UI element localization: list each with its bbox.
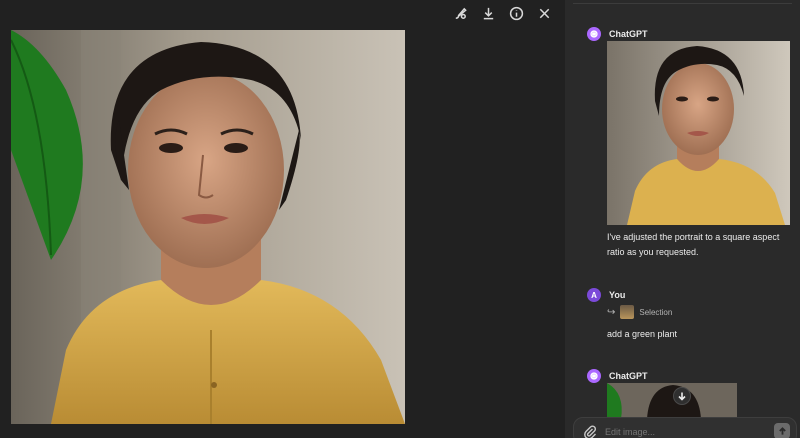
openai-logo-icon: [590, 30, 598, 38]
paperclip-icon: [584, 425, 597, 438]
send-button[interactable]: [774, 423, 790, 438]
chat-panel: ChatGPT I've adjusted the portrait to a …: [565, 0, 800, 438]
sender-name: ChatGPT: [609, 29, 648, 39]
divider: [573, 0, 792, 4]
scroll-down-button[interactable]: [673, 387, 691, 405]
arrow-up-icon: [778, 426, 786, 435]
download-button[interactable]: [479, 4, 497, 22]
close-icon: [539, 8, 549, 18]
openai-logo-icon: [590, 372, 598, 380]
download-icon: [483, 7, 493, 19]
attach-button[interactable]: [584, 425, 597, 438]
message-header-user: A You: [587, 288, 625, 302]
viewer-toolbar: [451, 4, 553, 22]
sender-name: ChatGPT: [609, 371, 648, 381]
info-icon: [509, 6, 523, 20]
image-viewer: [0, 0, 565, 438]
sender-name: You: [609, 290, 626, 300]
generated-portrait-image: [11, 30, 405, 424]
selection-thumbnail: [620, 305, 635, 319]
info-button[interactable]: [507, 4, 525, 22]
edit-brush-button[interactable]: [451, 4, 469, 22]
selection-label: Selection: [639, 307, 673, 317]
chatgpt-avatar: [587, 27, 601, 41]
message-header-chatgpt: ChatGPT: [587, 27, 648, 41]
new-image-thumbnail[interactable]: [607, 383, 737, 419]
edit-image-input[interactable]: [605, 427, 755, 437]
message-text: add a green plant: [607, 329, 678, 339]
portrait-thumbnail[interactable]: [607, 41, 790, 225]
selection-attachment[interactable]: ↪ Selection: [607, 305, 672, 319]
reply-arrow-icon: ↪: [607, 306, 616, 318]
user-avatar: A: [587, 288, 601, 302]
message-header-chatgpt: ChatGPT: [587, 369, 648, 383]
arrow-down-icon: [678, 392, 686, 401]
edit-brush-icon: [455, 7, 467, 19]
close-button[interactable]: [535, 4, 553, 22]
message-text: I've adjusted the portrait to a square a…: [607, 232, 780, 257]
composer: [573, 417, 797, 438]
chatgpt-avatar: [587, 369, 601, 383]
